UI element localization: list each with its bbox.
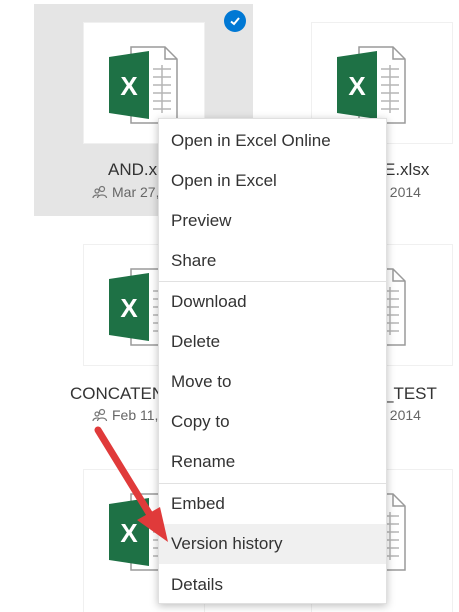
file-meta: Mar 27,: [92, 184, 159, 200]
menu-item-open-in-excel-online[interactable]: Open in Excel Online: [159, 121, 386, 161]
menu-item-rename[interactable]: Rename: [159, 442, 386, 482]
excel-file-icon: X: [109, 46, 178, 124]
menu-item-share[interactable]: Share: [159, 241, 386, 281]
selected-checkmark-icon[interactable]: [224, 10, 246, 32]
menu-item-details[interactable]: Details: [159, 565, 386, 605]
file-date: , 2014: [382, 184, 421, 200]
menu-item-download[interactable]: Download: [159, 282, 386, 322]
menu-item-move-to[interactable]: Move to: [159, 362, 386, 402]
svg-text:X: X: [348, 71, 366, 101]
file-name[interactable]: E.xlsx: [384, 160, 429, 180]
svg-text:X: X: [120, 518, 138, 548]
menu-item-delete[interactable]: Delete: [159, 322, 386, 362]
file-name[interactable]: CONCATEN: [70, 384, 164, 404]
svg-text:X: X: [120, 71, 138, 101]
menu-item-preview[interactable]: Preview: [159, 201, 386, 241]
excel-file-icon: X: [337, 46, 406, 124]
context-menu: Open in Excel Online Open in Excel Previ…: [158, 118, 387, 604]
shared-people-icon: [92, 185, 108, 199]
menu-item-copy-to[interactable]: Copy to: [159, 402, 386, 442]
file-date: Mar 27,: [112, 184, 160, 200]
file-meta: Feb 11,: [92, 407, 158, 423]
menu-item-open-in-excel[interactable]: Open in Excel: [159, 161, 386, 201]
menu-item-version-history[interactable]: Version history: [159, 524, 386, 564]
file-date: , 2014: [382, 407, 421, 423]
file-name[interactable]: _TEST: [384, 384, 437, 404]
menu-item-embed[interactable]: Embed: [159, 484, 386, 524]
shared-people-icon: [92, 408, 108, 422]
file-date: Feb 11,: [112, 407, 159, 423]
file-name[interactable]: AND.x: [108, 160, 157, 180]
svg-text:X: X: [120, 293, 138, 323]
